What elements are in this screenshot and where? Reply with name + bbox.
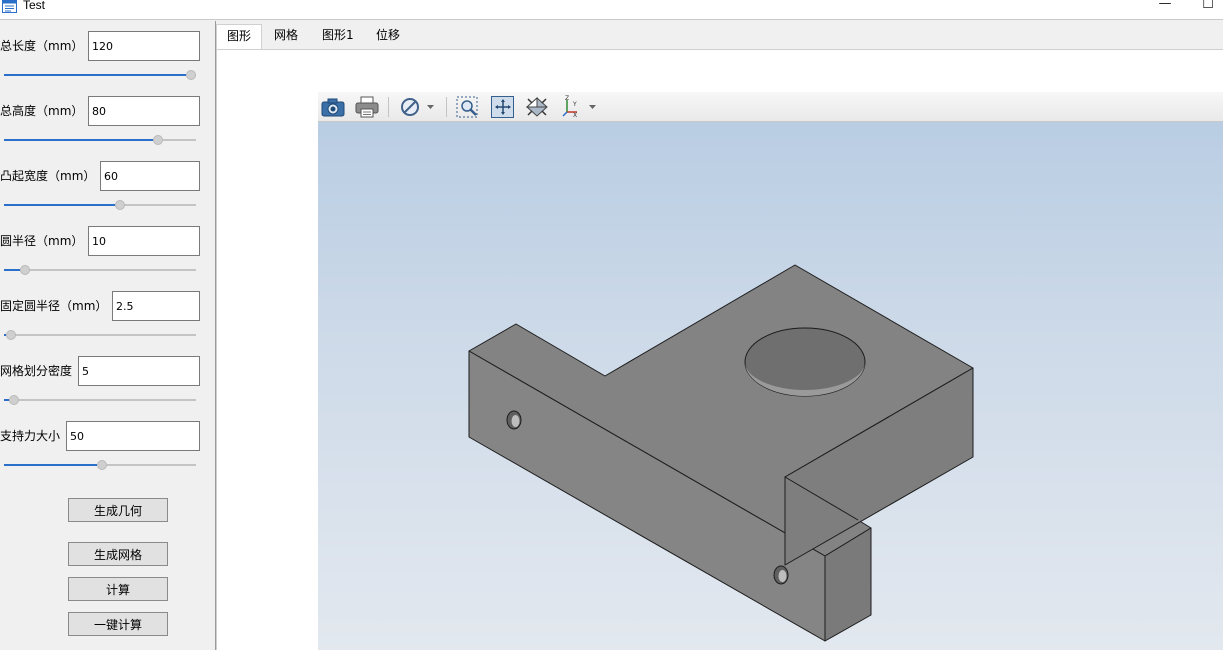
total-height-label: 总高度（mm） — [0, 104, 84, 118]
slider-thumb[interactable] — [97, 460, 107, 470]
axis-y-label: Y — [572, 101, 577, 108]
camera-icon[interactable] — [320, 95, 346, 119]
maximize-button[interactable]: ☐ — [1198, 0, 1218, 13]
minimize-button[interactable]: — — [1155, 0, 1175, 12]
slider-fill — [4, 464, 97, 466]
circle-radius-input[interactable] — [88, 226, 200, 256]
boss-width-slider[interactable] — [4, 199, 196, 211]
slider-thumb[interactable] — [115, 200, 125, 210]
support-force-slider[interactable] — [4, 459, 196, 471]
total-height-slider[interactable] — [4, 134, 196, 146]
slider-thumb[interactable] — [186, 70, 196, 80]
one-click-compute-button[interactable]: 一键计算 — [68, 612, 168, 636]
print-icon[interactable] — [354, 95, 380, 119]
window-title: Test — [23, 0, 46, 12]
toolbar-separator — [388, 97, 389, 117]
slider-fill — [4, 74, 186, 76]
circle-radius-label: 圆半径（mm） — [0, 234, 84, 248]
slider-thumb[interactable] — [20, 265, 30, 275]
tab-mesh[interactable]: 网格 — [264, 24, 308, 50]
toolbar-separator — [446, 97, 447, 117]
slider-thumb[interactable] — [153, 135, 163, 145]
axis-z-label: Z — [565, 95, 569, 102]
mesh-density-slider[interactable] — [4, 394, 196, 406]
view-direction-icon[interactable] — [524, 95, 550, 119]
generate-geometry-button[interactable]: 生成几何 — [68, 498, 168, 522]
tab-bar: 图形 网格 图形1 位移 — [216, 21, 1223, 50]
zoom-box-icon[interactable] — [455, 95, 481, 119]
generate-mesh-button[interactable]: 生成网格 — [68, 542, 168, 566]
compute-button[interactable]: 计算 — [68, 577, 168, 601]
support-force-label: 支持力大小 — [0, 429, 61, 443]
chevron-down-icon[interactable] — [424, 95, 438, 119]
fit-all-icon[interactable] — [490, 95, 516, 119]
viewer-toolbar: Z Y X — [318, 92, 1223, 122]
fixed-circle-radius-slider[interactable] — [4, 329, 196, 341]
fixed-circle-radius-label: 固定圆半径（mm） — [0, 299, 108, 313]
support-force-input[interactable] — [66, 421, 200, 451]
title-bar: Test — ☐ — [0, 0, 1223, 20]
boss-width-input[interactable] — [100, 161, 200, 191]
slider-fill — [4, 139, 153, 141]
tab-graphics[interactable]: 图形 — [216, 24, 263, 50]
slider-thumb[interactable] — [9, 395, 19, 405]
slider-thumb[interactable] — [6, 330, 16, 340]
mesh-density-label: 网格划分密度 — [0, 364, 73, 378]
tab-graphics-1[interactable]: 图形1 — [312, 24, 364, 50]
3d-viewport[interactable] — [318, 122, 1223, 650]
slider-fill — [4, 269, 20, 271]
circle-radius-slider[interactable] — [4, 264, 196, 276]
total-height-input[interactable] — [88, 96, 200, 126]
chevron-down-icon[interactable] — [586, 95, 600, 119]
display-mode-icon[interactable] — [398, 95, 424, 119]
total-length-label: 总长度（mm） — [0, 39, 84, 53]
tab-displacement[interactable]: 位移 — [366, 24, 410, 50]
total-length-slider[interactable] — [4, 69, 196, 81]
total-length-input[interactable] — [88, 31, 200, 61]
bracket-model — [468, 264, 974, 642]
mesh-density-input[interactable] — [78, 356, 200, 386]
axes-icon[interactable]: Z Y X — [559, 95, 585, 119]
axis-x-label: X — [573, 112, 577, 119]
app-icon — [2, 0, 17, 13]
slider-fill — [4, 204, 115, 206]
fixed-circle-radius-input[interactable] — [112, 291, 200, 321]
boss-width-label: 凸起宽度（mm） — [0, 169, 96, 183]
